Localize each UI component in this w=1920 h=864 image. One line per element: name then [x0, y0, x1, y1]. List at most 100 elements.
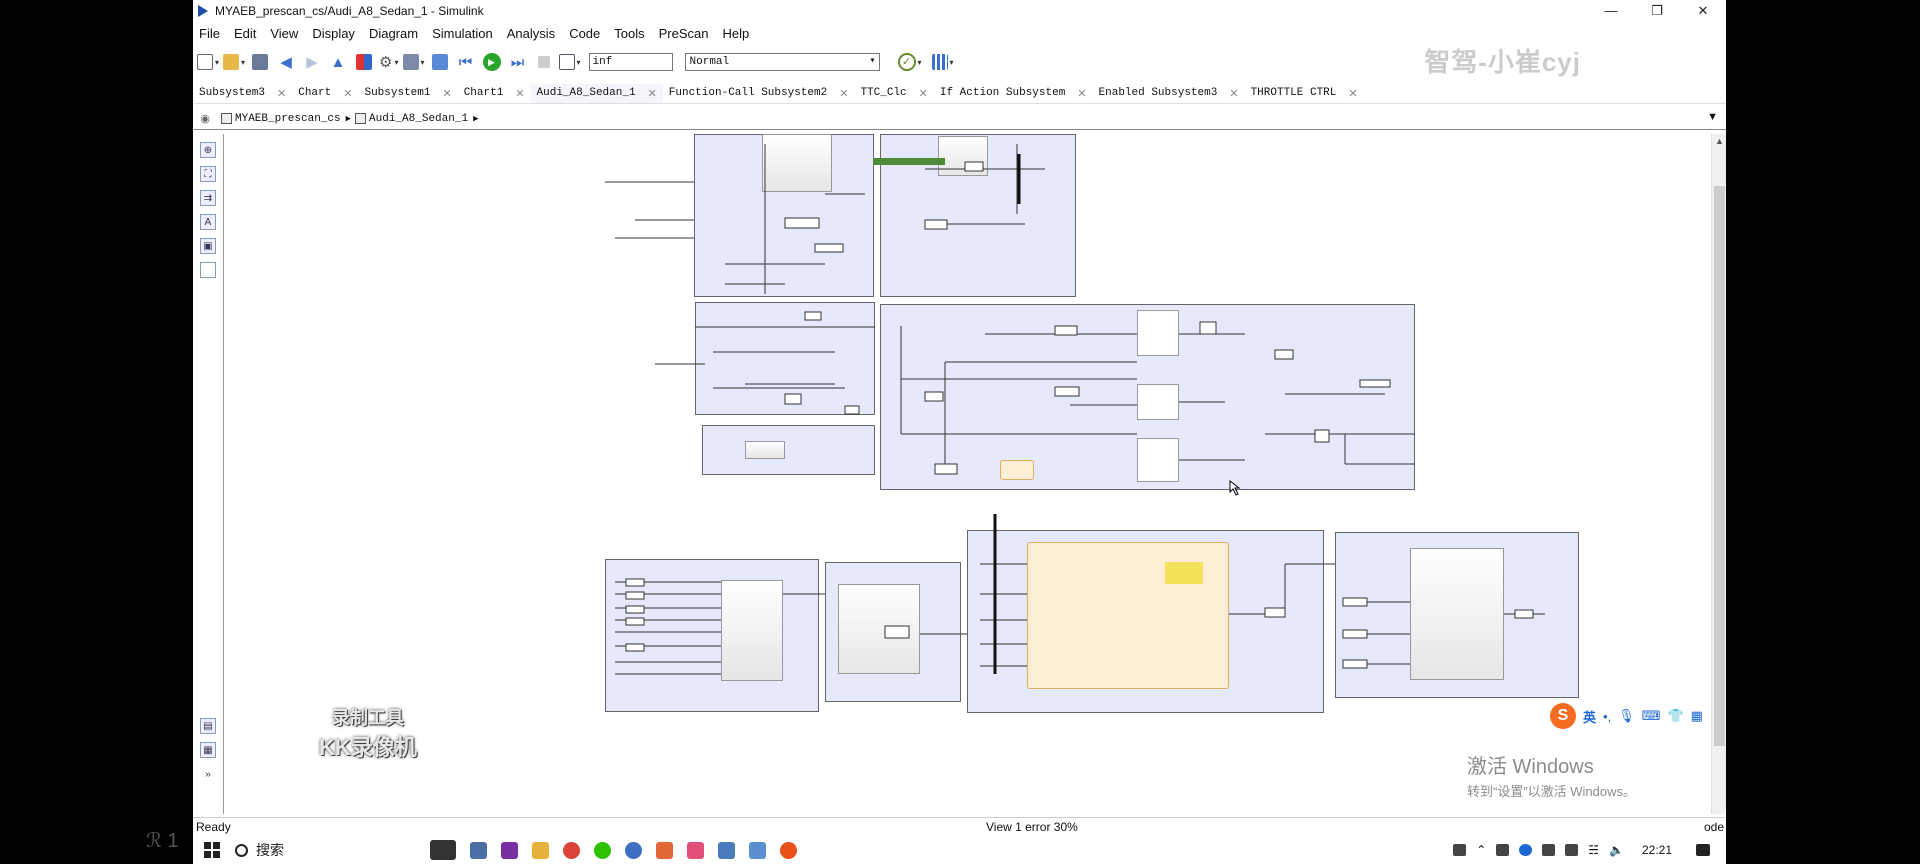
- calculator-icon[interactable]: [718, 841, 735, 859]
- model-browser-icon[interactable]: ▤: [200, 718, 216, 734]
- close-icon[interactable]: ✕: [343, 87, 352, 103]
- step-forward-button[interactable]: ⏭: [507, 51, 529, 73]
- tab-throttle-ctrl[interactable]: THROTTLE CTRL ✕: [1245, 84, 1364, 103]
- menu-code[interactable]: Code: [563, 26, 608, 41]
- taskbar-search[interactable]: 搜索: [235, 840, 284, 860]
- skin-icon[interactable]: 👕: [1667, 708, 1683, 724]
- tab-subsystem3[interactable]: Subsystem3 ✕: [193, 84, 292, 103]
- back-button[interactable]: ◀: [275, 51, 297, 73]
- library-browser-button[interactable]: [353, 51, 375, 73]
- tray-app-icon[interactable]: [1496, 844, 1510, 856]
- minimize-button[interactable]: —: [1588, 0, 1634, 22]
- tab-enabled-subsystem3[interactable]: Enabled Subsystem3 ✕: [1093, 84, 1245, 103]
- menu-prescan[interactable]: PreScan: [653, 26, 717, 41]
- tab-chart1[interactable]: Chart1 ✕: [458, 84, 531, 103]
- model-canvas[interactable]: [225, 134, 1711, 814]
- new-model-button[interactable]: ▾: [197, 51, 219, 73]
- sogou-logo-icon[interactable]: S: [1550, 703, 1576, 729]
- menu-analysis[interactable]: Analysis: [501, 26, 563, 41]
- up-button[interactable]: ▲: [327, 51, 349, 73]
- menu-simulation[interactable]: Simulation: [426, 26, 501, 41]
- model-advisor-button[interactable]: ✓ ▾: [897, 51, 922, 73]
- menu-help[interactable]: Help: [717, 26, 758, 41]
- stop-time-input[interactable]: inf: [588, 53, 673, 71]
- menu-display[interactable]: Display: [306, 26, 363, 41]
- hide-explorer-icon[interactable]: ◉: [193, 112, 217, 125]
- taskbar-clock[interactable]: 22:21: [1642, 843, 1672, 857]
- close-icon[interactable]: ✕: [1348, 87, 1357, 103]
- wifi-icon[interactable]: ☵: [1588, 843, 1599, 857]
- fit-view-icon[interactable]: ⛶: [200, 166, 216, 182]
- stop-button[interactable]: [533, 51, 555, 73]
- build-button[interactable]: [429, 51, 451, 73]
- volume-icon[interactable]: 🔈: [1609, 843, 1624, 857]
- close-icon[interactable]: ✕: [1077, 87, 1086, 103]
- close-icon[interactable]: ✕: [839, 87, 848, 103]
- close-icon[interactable]: ✕: [515, 87, 524, 103]
- chevron-down-icon[interactable]: ▼: [1707, 111, 1718, 123]
- forward-button[interactable]: ▶: [301, 51, 323, 73]
- chevron-up-icon[interactable]: ⌃: [1476, 843, 1486, 857]
- prescan-icon[interactable]: [749, 841, 766, 859]
- close-icon[interactable]: ✕: [277, 87, 286, 103]
- wechat-icon[interactable]: [594, 841, 611, 859]
- keyboard-layout-icon[interactable]: [1453, 844, 1467, 856]
- microphone-icon[interactable]: 🎙: [1618, 708, 1635, 724]
- breadcrumb-current[interactable]: Audi_A8_Sedan_1 ▶: [355, 113, 479, 125]
- windows-start-icon[interactable]: [204, 842, 220, 858]
- status-zoom-errors[interactable]: View 1 error 30%: [986, 820, 1636, 834]
- ime-language[interactable]: 英: [1583, 707, 1596, 726]
- close-icon[interactable]: ✕: [648, 87, 657, 103]
- media-app-icon[interactable]: [687, 841, 704, 859]
- battery-icon[interactable]: [1565, 844, 1579, 856]
- toolbox-icon[interactable]: ▦: [1691, 708, 1703, 724]
- file-explorer-icon[interactable]: [532, 841, 549, 859]
- shield-icon[interactable]: [1542, 844, 1556, 856]
- chrome-icon[interactable]: [563, 841, 580, 859]
- property-inspector-icon[interactable]: ▦: [200, 742, 216, 758]
- tab-audi-a8-sedan-1[interactable]: Audi_A8_Sedan_1 ✕: [530, 84, 663, 103]
- menu-tools[interactable]: Tools: [608, 26, 652, 41]
- step-back-button[interactable]: ⏮: [455, 51, 477, 73]
- model-explorer-button[interactable]: ▾: [402, 51, 425, 73]
- arrow-icon[interactable]: ⇉: [200, 190, 216, 206]
- close-icon[interactable]: ✕: [1229, 87, 1238, 103]
- vertical-scrollbar[interactable]: ▲: [1711, 134, 1726, 814]
- open-button[interactable]: ▾: [223, 51, 245, 73]
- scrollbar-thumb[interactable]: [1714, 186, 1725, 746]
- menu-diagram[interactable]: Diagram: [363, 26, 426, 41]
- screenshot-app-icon[interactable]: [470, 841, 487, 859]
- menu-file[interactable]: File: [193, 26, 228, 41]
- tab-function-call-subsystem2[interactable]: Function-Call Subsystem2 ✕: [663, 84, 855, 103]
- tab-subsystem1[interactable]: Subsystem1 ✕: [358, 84, 457, 103]
- close-button[interactable]: ✕: [1680, 0, 1726, 22]
- image-icon[interactable]: ▣: [200, 238, 216, 254]
- tab-if-action-subsystem[interactable]: If Action Subsystem ✕: [934, 84, 1093, 103]
- zoom-icon[interactable]: ⊕: [200, 142, 216, 158]
- close-icon[interactable]: ✕: [442, 87, 451, 103]
- grid-options-button[interactable]: ▾: [931, 51, 954, 73]
- menu-view[interactable]: View: [264, 26, 306, 41]
- notification-icon[interactable]: [1696, 844, 1710, 856]
- matlab-icon[interactable]: [656, 841, 673, 859]
- maximize-button[interactable]: ❐: [1634, 0, 1680, 22]
- area-icon[interactable]: [200, 262, 216, 278]
- menu-edit[interactable]: Edit: [228, 26, 264, 41]
- model-config-button[interactable]: ⚙ ▾: [379, 51, 398, 73]
- annotation-icon[interactable]: A: [200, 214, 216, 230]
- camera-app-icon[interactable]: [430, 840, 456, 860]
- run-button[interactable]: ▶: [481, 51, 503, 73]
- tab-ttc-clc[interactable]: TTC_Clc ✕: [854, 84, 933, 103]
- save-button[interactable]: [249, 51, 271, 73]
- bluetooth-icon[interactable]: [1519, 844, 1533, 856]
- chevron-up-icon[interactable]: ▲: [1715, 136, 1724, 146]
- breadcrumb-root[interactable]: MYAEB_prescan_cs ▶: [221, 113, 351, 125]
- expand-icon[interactable]: »: [200, 766, 216, 782]
- data-inspector-button[interactable]: ▾: [558, 51, 581, 73]
- keyboard-icon[interactable]: ⌨: [1642, 708, 1661, 724]
- tab-chart[interactable]: Chart ✕: [292, 84, 358, 103]
- recorder-app-icon[interactable]: [780, 841, 797, 859]
- simulation-mode-select[interactable]: Normal: [684, 53, 880, 71]
- globe-app-icon[interactable]: [625, 841, 642, 859]
- ime-punctuation[interactable]: •,: [1603, 709, 1611, 724]
